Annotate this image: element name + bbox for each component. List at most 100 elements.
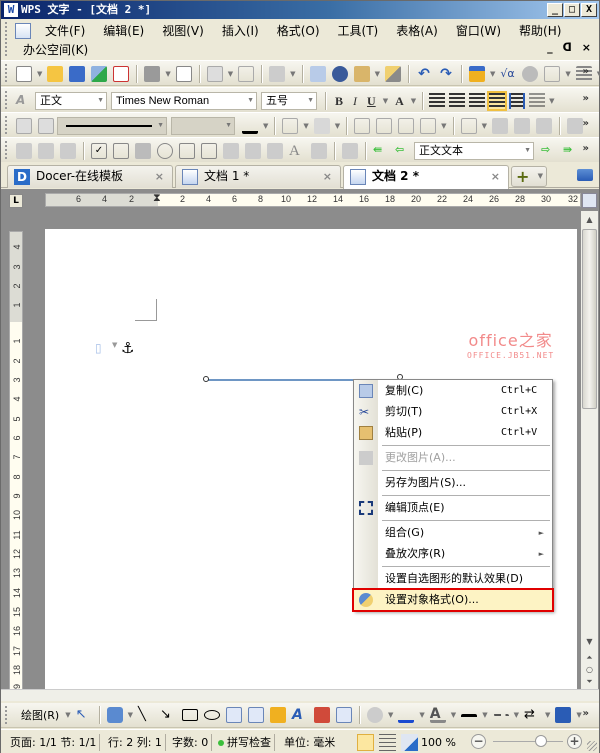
first-page-icon[interactable]: ⇚ [373, 143, 389, 159]
print-icon[interactable] [144, 66, 161, 82]
distribute-icon[interactable] [509, 93, 526, 109]
dash-style-icon[interactable] [492, 714, 509, 722]
menu-office-space[interactable]: 办公空间(K) [23, 41, 88, 58]
horizontal-scrollbar[interactable] [1, 689, 599, 701]
print-preview-icon[interactable] [175, 66, 192, 82]
doc-minimize-button[interactable]: _ [547, 41, 553, 54]
table-grid-icon[interactable] [544, 66, 561, 82]
font-color-icon[interactable]: A [429, 707, 446, 723]
previous-icon[interactable]: ⇦ [395, 143, 411, 159]
font-combo[interactable]: Times New Roman ▼ [111, 92, 257, 110]
checkbox-control-icon[interactable]: ✓ [91, 143, 107, 159]
menu-item-order[interactable]: 叠放次序(R) ► [354, 544, 552, 564]
unit-indicator[interactable]: 单位: 毫米 [281, 734, 338, 751]
chevron-down-icon[interactable]: ▼ [538, 172, 543, 180]
new-dropdown[interactable]: ▼ [37, 70, 42, 78]
scrollbar-control-icon[interactable] [223, 143, 239, 159]
traditional-chinese-icon[interactable] [269, 66, 286, 82]
arrow-style-icon[interactable]: ⇄ [524, 707, 540, 723]
menu-item-paste[interactable]: 粘贴(P) Ctrl+V [354, 423, 552, 443]
menu-item-save-as-picture[interactable]: 另存为图片(S)... [354, 473, 552, 493]
hyperlink-icon[interactable] [522, 66, 539, 82]
close-button[interactable]: X [581, 3, 597, 17]
zoom-out-button[interactable]: − [471, 734, 486, 749]
select-object-icon[interactable] [38, 143, 54, 159]
combobox-control-icon[interactable] [179, 143, 195, 159]
tab-docer[interactable]: D Docer-在线模板 × [7, 165, 173, 188]
toolbar-grip[interactable] [5, 116, 8, 134]
select-objects-icon[interactable]: ↖ [76, 707, 92, 723]
tab-stop-selector[interactable]: L [9, 194, 23, 208]
border-color-icon[interactable] [242, 118, 258, 134]
fill-color-icon[interactable] [367, 707, 384, 723]
toolbar-more-button[interactable]: » [583, 118, 589, 129]
line-style-icon[interactable] [461, 714, 478, 722]
document-icon[interactable] [15, 23, 31, 39]
line-weight-combo[interactable]: ▼ [171, 117, 235, 135]
eraser-icon[interactable] [38, 118, 54, 134]
copy-icon[interactable] [309, 66, 326, 82]
insert-table-icon[interactable] [468, 66, 485, 82]
paste-options-icon[interactable]: ▯ [95, 341, 102, 355]
tab-list-icon[interactable] [577, 169, 593, 181]
scroll-up-button[interactable]: ▲ [581, 213, 598, 227]
redo-icon[interactable]: ↷ [438, 66, 454, 82]
page-view-button[interactable] [357, 734, 374, 751]
bold-button[interactable]: B [335, 94, 343, 109]
line-tool-icon[interactable]: ╲ [138, 707, 154, 723]
spinner-icon[interactable] [267, 143, 283, 159]
doc-close-button[interactable]: × [582, 41, 591, 54]
vertical-textbox-tool-icon[interactable] [248, 707, 265, 723]
outline-view-button[interactable] [379, 734, 396, 751]
tab-close-icon[interactable]: × [491, 166, 500, 187]
split-cells-icon[interactable] [420, 118, 437, 134]
shadow-style-icon[interactable] [555, 707, 572, 723]
menu-window[interactable]: 窗口(W) [450, 22, 507, 40]
web-view-button[interactable] [401, 734, 418, 751]
menu-item-set-default-effect[interactable]: 设置自选图形的默认效果(D) [354, 569, 552, 589]
menu-item-format-object[interactable]: 设置对象格式(O)... [352, 588, 554, 612]
format-painter-icon[interactable] [384, 66, 401, 82]
toolbar-grip[interactable] [5, 706, 8, 724]
horizontal-ruler[interactable]: 6 4 2 ⧗ 2 4 6 8 10 12 14 16 18 20 22 24 … [45, 192, 581, 207]
spellcheck-toggle[interactable]: 拼写检查 [215, 734, 275, 751]
align-center-icon[interactable] [449, 93, 466, 109]
pdf-export-icon[interactable] [113, 66, 130, 82]
toolbar-more-button[interactable]: » [583, 93, 589, 104]
menu-help[interactable]: 帮助(H) [513, 22, 567, 40]
style-list-combo[interactable]: 正文文本 ▼ [414, 142, 534, 160]
spin-control-icon[interactable] [245, 143, 261, 159]
insert-rows-icon[interactable] [354, 118, 371, 134]
ruler-toggle-icon[interactable] [582, 193, 597, 208]
zoom-slider-track[interactable] [493, 741, 563, 742]
align-right-icon[interactable] [469, 93, 486, 109]
arrow-tool-icon[interactable]: ↘ [160, 707, 176, 723]
zoom-in-button[interactable]: + [567, 734, 582, 749]
italic-button[interactable]: I [353, 94, 357, 109]
menu-edit[interactable]: 编辑(E) [97, 22, 150, 40]
resize-grip[interactable] [587, 741, 597, 751]
toolbar-more-button[interactable]: » [583, 66, 589, 77]
wordart-icon[interactable]: A [292, 707, 308, 723]
tab-close-icon[interactable]: × [155, 166, 164, 187]
toolbar-more-button[interactable]: » [583, 143, 589, 154]
draw-menu-button[interactable]: 绘图(R) [21, 707, 59, 723]
maximize-button[interactable]: □ [564, 3, 580, 17]
align-left-icon[interactable] [429, 93, 446, 109]
clipart-icon[interactable] [270, 707, 287, 723]
radio-control-icon[interactable] [157, 143, 173, 159]
formula-icon[interactable]: √α [500, 66, 516, 82]
autoshapes-icon[interactable] [106, 707, 123, 723]
save-icon[interactable] [69, 66, 86, 82]
insert-cols-icon[interactable] [376, 118, 393, 134]
align-top-icon[interactable] [491, 118, 508, 134]
toolbar-grip[interactable] [5, 91, 8, 109]
scroll-down-button[interactable]: ▼ [581, 635, 598, 649]
menu-insert[interactable]: 插入(I) [216, 22, 265, 40]
last-page-icon[interactable]: ⇛ [563, 143, 579, 159]
word-count[interactable]: 字数: 0 [169, 734, 213, 751]
paste-icon[interactable] [353, 66, 370, 82]
next-page-button[interactable]: ⏷ [581, 675, 598, 689]
label-control-icon[interactable]: A [289, 143, 305, 159]
shading-icon[interactable] [313, 118, 330, 134]
